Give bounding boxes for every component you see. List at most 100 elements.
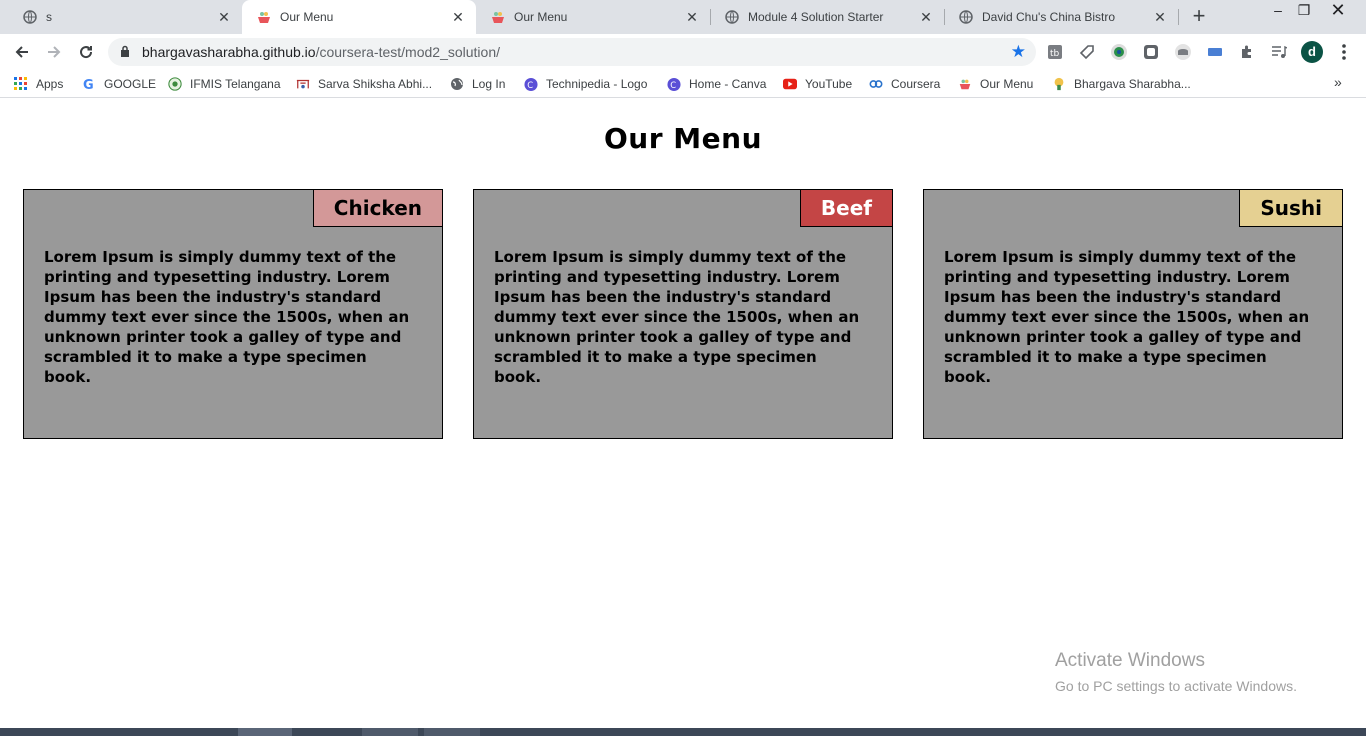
watermark-title: Activate Windows [1055, 650, 1205, 671]
tab-our-menu[interactable]: Our Menu ✕ [476, 0, 710, 34]
bookmark-sarva-shiksha[interactable]: Sarva Shiksha Abhi... [296, 75, 432, 93]
close-tab-icon[interactable]: ✕ [1152, 9, 1168, 25]
bookmark-bhargava[interactable]: Bhargava Sharabha... [1052, 75, 1191, 93]
globe-icon [724, 9, 740, 25]
our-menu-favicon [958, 77, 972, 91]
page-title: Our Menu [603, 122, 762, 155]
url-text: bhargavasharabha.github.io/coursera-test… [142, 44, 500, 60]
close-tab-icon[interactable]: ✕ [216, 9, 232, 25]
extension-globe-icon[interactable] [1109, 42, 1129, 62]
media-control-icon[interactable] [1269, 42, 1289, 62]
bookmark-label: Home - Canva [689, 77, 767, 91]
extensions-puzzle-icon[interactable] [1237, 42, 1257, 62]
tab-title: s [46, 10, 52, 24]
apps-grid-icon [14, 77, 28, 91]
forward-arrow-icon [48, 46, 61, 58]
bookmark-ifmis[interactable]: IFMIS Telangana [168, 75, 281, 93]
canva-icon: C [667, 77, 681, 91]
bookmarks-bar: Apps G GOOGLE IFMIS Telangana Sarva Shik… [0, 70, 1366, 98]
card-text: Lorem Ipsum is simply dummy text of the … [44, 248, 410, 386]
our-menu-favicon [490, 9, 506, 25]
extension-keyboard-icon[interactable] [1205, 42, 1225, 62]
profile-avatar[interactable]: d [1301, 41, 1323, 63]
page-viewport: Our Menu Chicken Lorem Ipsum is simply d… [0, 102, 1366, 728]
sarva-shiksha-icon [296, 77, 310, 91]
card-label: Sushi [1239, 190, 1342, 227]
bookmark-our-menu[interactable]: Our Menu [958, 75, 1033, 93]
back-button[interactable] [10, 40, 34, 64]
address-bar[interactable]: bhargavasharabha.github.io/coursera-test… [108, 38, 1036, 66]
tab-title: David Chu's China Bistro [982, 10, 1116, 24]
more-bookmarks-chevron-icon[interactable]: » [1334, 74, 1342, 90]
extension-tb-icon[interactable]: tb [1045, 42, 1065, 62]
bookmark-label: Coursera [891, 77, 941, 91]
canva-icon: C [524, 77, 538, 91]
menu-kebab-icon[interactable] [1336, 42, 1352, 62]
activate-windows-watermark: Activate Windows Go to PC settings to ac… [1055, 650, 1297, 694]
restore-button[interactable]: ❐ [1288, 0, 1320, 34]
back-arrow-icon [15, 46, 28, 58]
tab-title: Our Menu [514, 10, 568, 24]
bookmark-apps[interactable]: Apps [14, 75, 63, 93]
card-label: Chicken [312, 190, 442, 227]
menu-card-sushi: Sushi Lorem Ipsum is simply dummy text o… [923, 189, 1343, 439]
google-icon: G [82, 77, 96, 91]
tab-s[interactable]: s ✕ [8, 0, 242, 34]
close-window-button[interactable]: ✕ [1322, 0, 1354, 34]
bookmark-youtube[interactable]: YouTube [783, 75, 852, 93]
tab-china-bistro[interactable]: David Chu's China Bistro ✕ [944, 0, 1178, 34]
browser-toolbar: bhargavasharabha.github.io/coursera-test… [0, 34, 1366, 70]
bookmark-label: Technipedia - Logo [546, 77, 648, 91]
bookmark-label: Sarva Shiksha Abhi... [318, 77, 433, 91]
close-tab-icon[interactable]: ✕ [450, 9, 466, 25]
bookmark-star-icon[interactable]: ★ [1011, 42, 1026, 62]
bookmark-coursera[interactable]: Coursera [869, 75, 940, 93]
url-host: bhargavasharabha.github.io [142, 44, 316, 60]
lock-icon[interactable] [120, 45, 130, 61]
tab-strip: s ✕ Our Menu ✕ Our Menu ✕ Module 4 Solut… [0, 0, 1366, 34]
tab-module-4[interactable]: Module 4 Solution Starter ✕ [710, 0, 944, 34]
bookmark-log-in[interactable]: Log In [450, 75, 505, 93]
url-path: /coursera-test/mod2_solution/ [315, 44, 501, 60]
globe-icon [22, 9, 38, 25]
watermark-subtitle: Go to PC settings to activate Windows. [1055, 678, 1297, 694]
bookmark-label: IFMIS Telangana [190, 77, 281, 91]
bookmark-label: Our Menu [980, 77, 1034, 91]
reload-icon [80, 46, 93, 59]
taskbar-item[interactable] [362, 728, 418, 736]
reload-button[interactable] [74, 40, 98, 64]
svg-text:tb: tb [1050, 49, 1060, 59]
bookmark-technipedia[interactable]: C Technipedia - Logo [524, 75, 647, 93]
close-tab-icon[interactable]: ✕ [918, 9, 934, 25]
menu-card-chicken: Chicken Lorem Ipsum is simply dummy text… [23, 189, 443, 439]
taskbar-item[interactable] [424, 728, 480, 736]
tab-separator [1178, 9, 1179, 25]
forward-button[interactable] [42, 40, 66, 64]
svg-text:C: C [527, 79, 533, 89]
extension-db-icon[interactable] [1173, 42, 1193, 62]
our-menu-favicon [256, 9, 272, 25]
bookmark-home-canva[interactable]: C Home - Canva [667, 75, 766, 93]
new-tab-button[interactable]: + [1188, 5, 1210, 28]
taskbar-chrome-item[interactable] [238, 728, 292, 736]
tab-our-menu-active[interactable]: Our Menu ✕ [242, 0, 476, 34]
bookmark-label: Bhargava Sharabha... [1074, 77, 1191, 91]
card-text: Lorem Ipsum is simply dummy text of the … [944, 248, 1310, 386]
close-tab-icon[interactable]: ✕ [684, 9, 700, 25]
ifmis-icon [168, 77, 182, 91]
bookmark-google[interactable]: G GOOGLE [82, 75, 156, 93]
tab-title: Our Menu [280, 10, 334, 24]
globe-icon [958, 9, 974, 25]
extension-tag-icon[interactable] [1077, 42, 1097, 62]
bookmark-label: YouTube [805, 77, 853, 91]
tab-title: Module 4 Solution Starter [748, 10, 884, 24]
bookmark-label: GOOGLE [104, 77, 157, 91]
card-text: Lorem Ipsum is simply dummy text of the … [494, 248, 860, 386]
card-label: Beef [799, 190, 892, 227]
windows-taskbar [0, 728, 1366, 736]
extension-square-icon[interactable] [1141, 42, 1161, 62]
svg-text:G: G [83, 78, 94, 91]
bookmark-label: Apps [36, 77, 64, 91]
bookmark-label: Log In [472, 77, 506, 91]
coursera-icon [869, 77, 883, 91]
